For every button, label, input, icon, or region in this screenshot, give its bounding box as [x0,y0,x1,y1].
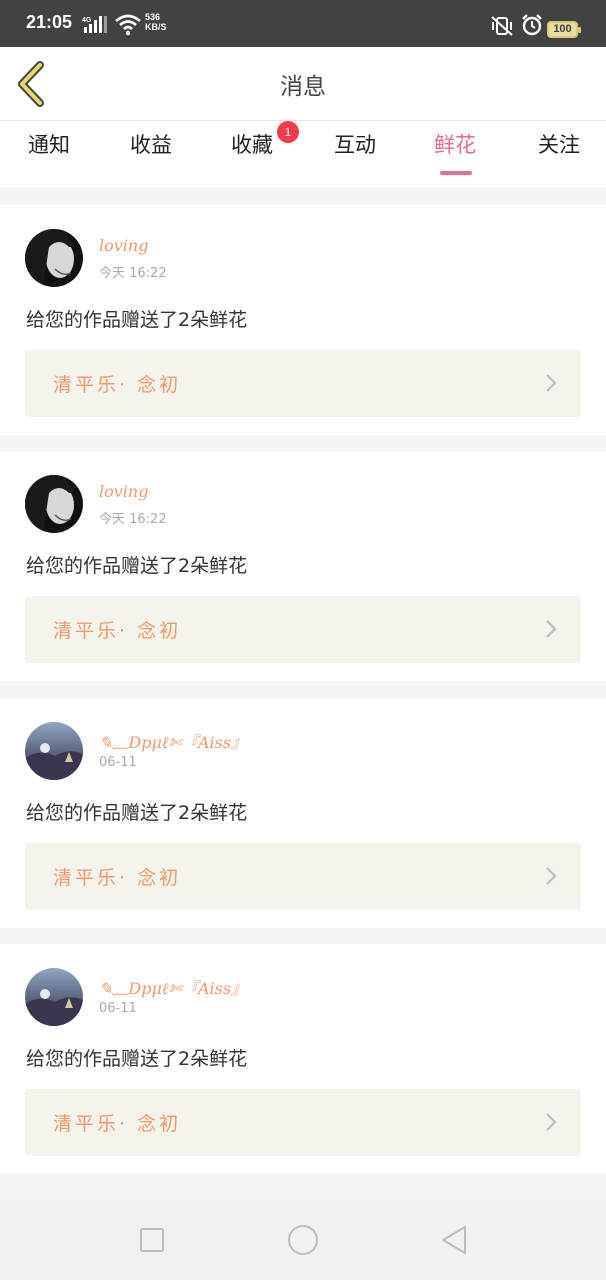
message-text: 给您的作品赠送了2朵鲜花 [26,309,248,331]
active-tab-indicator [440,171,472,175]
tab-bar: 通知 收益 收藏 1 互动 鲜花 关注 [0,121,606,187]
status-time: 21:05 [26,12,73,32]
timestamp: 06-11 [99,1001,137,1016]
work-link[interactable]: 清平乐· 念初 [25,843,581,910]
message-text: 给您的作品赠送了2朵鲜花 [26,1048,248,1070]
username[interactable]: ✎﹏Dpμℓ✄『Aiss』 [99,975,247,999]
timestamp: 今天 16:22 [99,512,167,527]
status-bar: 21:05 4G 536 KB/S 100 [0,0,606,47]
message-text: 给您的作品赠送了2朵鲜花 [26,802,248,824]
work-title: 清平乐· 念初 [53,1113,182,1135]
chevron-right-icon [545,373,557,397]
network-speed: 536 KB/S [145,12,167,32]
username[interactable]: loving [99,482,148,501]
tab-label: 互动 [334,133,376,157]
work-link[interactable]: 清平乐· 念初 [25,350,581,417]
system-nav-bar [0,1200,606,1280]
alarm-icon [521,14,543,40]
message-text: 给您的作品赠送了2朵鲜花 [26,555,248,577]
username[interactable]: ✎﹏Dpμℓ✄『Aiss』 [99,729,247,753]
avatar[interactable] [25,968,83,1026]
chevron-right-icon [545,619,557,643]
work-title: 清平乐· 念初 [53,620,182,642]
timestamp: 06-11 [99,755,137,770]
unread-badge: 1 [277,121,299,143]
page-title: 消息 [280,74,326,100]
tab-favorites[interactable]: 收藏 1 [207,121,299,179]
back-icon[interactable] [440,1225,468,1259]
username[interactable]: loving [99,236,148,255]
wifi-icon [114,14,142,40]
tab-notifications[interactable]: 通知 [4,129,94,179]
network-speed-unit: KB/S [145,22,167,32]
signal-4g-icon: 4G [82,14,108,38]
battery-icon: 100 [547,21,581,38]
tab-label: 收益 [130,133,172,157]
tab-label: 通知 [28,133,70,157]
work-title: 清平乐· 念初 [53,374,182,396]
svg-text:4G: 4G [82,17,92,24]
home-icon[interactable] [287,1224,319,1260]
message-card: ✎﹏Dpμℓ✄『Aiss』 06-11 给您的作品赠送了2朵鲜花 清平乐· 念初 [0,944,606,1174]
tab-label: 关注 [538,133,580,157]
header: 消息 [0,47,606,121]
tab-flowers[interactable]: 鲜花 [410,129,500,179]
network-speed-value: 536 [145,12,161,22]
avatar[interactable] [25,475,83,533]
work-title: 清平乐· 念初 [53,867,182,889]
tab-label: 收藏 [231,133,273,157]
tab-follow[interactable]: 关注 [514,129,604,179]
work-link[interactable]: 清平乐· 念初 [25,596,581,663]
recent-apps-icon[interactable] [139,1227,165,1257]
message-card: ✎﹏Dpμℓ✄『Aiss』 06-11 给您的作品赠送了2朵鲜花 清平乐· 念初 [0,698,606,928]
avatar[interactable] [25,229,83,287]
avatar[interactable] [25,722,83,780]
chevron-right-icon [545,1112,557,1136]
tab-label: 鲜花 [434,133,476,157]
timestamp: 今天 16:22 [99,266,167,281]
message-card: loving 今天 16:22 给您的作品赠送了2朵鲜花 清平乐· 念初 [0,451,606,681]
tab-interactions[interactable]: 互动 [310,129,400,179]
chevron-right-icon [545,866,557,890]
vibrate-mute-icon [490,16,514,40]
work-link[interactable]: 清平乐· 念初 [25,1089,581,1156]
tab-earnings[interactable]: 收益 [106,129,196,179]
message-card: loving 今天 16:22 给您的作品赠送了2朵鲜花 清平乐· 念初 [0,205,606,435]
